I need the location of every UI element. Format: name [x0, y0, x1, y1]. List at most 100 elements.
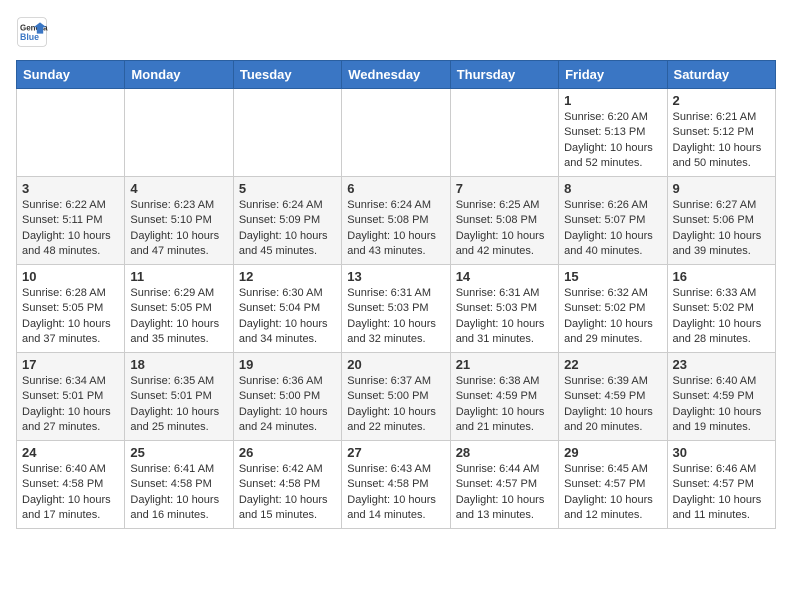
sunrise-text: Sunrise: 6:31 AM: [456, 286, 553, 301]
sunset-text: Sunset: 4:58 PM: [130, 477, 227, 492]
day-number: 17: [22, 357, 119, 372]
day-info: Sunrise: 6:39 AMSunset: 4:59 PMDaylight:…: [564, 374, 661, 436]
sunrise-text: Sunrise: 6:28 AM: [22, 286, 119, 301]
calendar-cell: 8 Sunrise: 6:26 AMSunset: 5:07 PMDaylight…: [559, 177, 667, 265]
day-info: Sunrise: 6:33 AMSunset: 5:02 PMDaylight:…: [673, 286, 770, 348]
sunrise-text: Sunrise: 6:25 AM: [456, 198, 553, 213]
sunrise-text: Sunrise: 6:38 AM: [456, 374, 553, 389]
column-header-wednesday: Wednesday: [342, 61, 450, 89]
calendar-cell: 4Sunrise: 6:23 AMSunset: 5:10 PMDaylight…: [125, 177, 233, 265]
daylight-text: Daylight: 10 hours and 34 minutes.: [239, 317, 336, 348]
sunset-text: Sunset: 5:04 PM: [239, 301, 336, 316]
sunset-text: Sunset: 4:59 PM: [456, 389, 553, 404]
daylight-text: Daylight: 10 hours and 45 minutes.: [239, 229, 336, 260]
day-number: 3: [22, 181, 119, 196]
svg-text:General: General: [20, 23, 48, 32]
day-number: 25: [130, 445, 227, 460]
logo: General Blue: [16, 16, 52, 48]
day-info: Sunrise: 6:29 AMSunset: 5:05 PMDaylight:…: [130, 286, 227, 348]
calendar-cell: 2Sunrise: 6:21 AMSunset: 5:12 PMDaylight…: [667, 89, 775, 177]
day-number: 11: [130, 269, 227, 284]
day-number: 22: [564, 357, 661, 372]
sunrise-text: Sunrise: 6:34 AM: [22, 374, 119, 389]
day-number: 21: [456, 357, 553, 372]
sunrise-text: Sunrise: 6:23 AM: [130, 198, 227, 213]
day-number: 23: [673, 357, 770, 372]
calendar-cell: 21Sunrise: 6:38 AMSunset: 4:59 PMDayligh…: [450, 353, 558, 441]
sunset-text: Sunset: 5:00 PM: [347, 389, 444, 404]
day-number: 20: [347, 357, 444, 372]
logo-icon: General Blue: [16, 16, 48, 48]
calendar-header: SundayMondayTuesdayWednesdayThursdayFrid…: [17, 61, 776, 89]
sunset-text: Sunset: 4:57 PM: [673, 477, 770, 492]
daylight-text: Daylight: 10 hours and 31 minutes.: [456, 317, 553, 348]
day-info: Sunrise: 6:37 AMSunset: 5:00 PMDaylight:…: [347, 374, 444, 436]
sunrise-text: Sunrise: 6:44 AM: [456, 462, 553, 477]
sunrise-text: Sunrise: 6:32 AM: [564, 286, 661, 301]
week-row-3: 10 Sunrise: 6:28 AMSunset: 5:05 PM Dayligh…: [17, 265, 776, 353]
day-number: 29: [564, 445, 661, 460]
day-number: 15: [564, 269, 661, 284]
calendar-cell: 19Sunrise: 6:36 AMSunset: 5:00 PMDayligh…: [233, 353, 341, 441]
calendar-cell: 30Sunrise: 6:46 AMSunset: 4:57 PMDayligh…: [667, 441, 775, 529]
calendar-cell: 10Sunrise: 6:28 AMSunset: 5:05 PMDayligh…: [17, 265, 125, 353]
sunset-text: Sunset: 4:59 PM: [564, 389, 661, 404]
day-info: Sunrise: 6:35 AMSunset: 5:01 PMDaylight:…: [130, 374, 227, 436]
column-header-friday: Friday: [559, 61, 667, 89]
sunset-text: Sunset: 5:06 PM: [673, 213, 770, 228]
day-number: 10: [22, 269, 119, 284]
column-header-thursday: Thursday: [450, 61, 558, 89]
calendar-cell: 15 Sunrise: 6:32 AMSunset: 5:02 PMDayligh…: [559, 265, 667, 353]
sunset-text: Sunset: 5:02 PM: [673, 301, 770, 316]
calendar-cell: [233, 89, 341, 177]
day-number: 8: [564, 181, 661, 196]
calendar-cell: 29Sunrise: 6:45 AMSunset: 4:57 PMDayligh…: [559, 441, 667, 529]
day-info: Sunrise: 6:34 AMSunset: 5:01 PMDaylight:…: [22, 374, 119, 436]
daylight-text: Daylight: 10 hours and 20 minutes.: [564, 405, 661, 436]
daylight-text: Daylight: 10 hours and 50 minutes.: [673, 141, 770, 172]
calendar-cell: 20 Sunrise: 6:37 AMSunset: 5:00 PMDayligh…: [342, 353, 450, 441]
sunrise-text: Sunrise: 6:24 AM: [239, 198, 336, 213]
calendar-cell: 13Sunrise: 6:31 AMSunset: 5:03 PMDayligh…: [342, 265, 450, 353]
column-header-saturday: Saturday: [667, 61, 775, 89]
svg-text:Blue: Blue: [20, 32, 39, 42]
day-info: Sunrise: 6:36 AMSunset: 5:00 PMDaylight:…: [239, 374, 336, 436]
day-info: Sunrise: 6:40 AMSunset: 4:58 PMDaylight:…: [22, 462, 119, 524]
daylight-text: Daylight: 10 hours and 17 minutes.: [22, 493, 119, 524]
sunset-text: Sunset: 5:09 PM: [239, 213, 336, 228]
page-header: General Blue: [16, 16, 776, 48]
sunset-text: Sunset: 4:59 PM: [673, 389, 770, 404]
sunrise-text: Sunrise: 6:37 AM: [347, 374, 444, 389]
day-info: Sunrise: 6:21 AMSunset: 5:12 PMDaylight:…: [673, 110, 770, 172]
sunrise-text: Sunrise: 6:39 AM: [564, 374, 661, 389]
day-number: 6: [347, 181, 444, 196]
sunrise-text: Sunrise: 6:20 AM: [564, 110, 661, 125]
calendar-cell: 16Sunrise: 6:33 AMSunset: 5:02 PMDayligh…: [667, 265, 775, 353]
day-info: Sunrise: 6:44 AMSunset: 4:57 PMDaylight:…: [456, 462, 553, 524]
daylight-text: Daylight: 10 hours and 12 minutes.: [564, 493, 661, 524]
column-header-monday: Monday: [125, 61, 233, 89]
sunrise-text: Sunrise: 6:42 AM: [239, 462, 336, 477]
sunrise-text: Sunrise: 6:40 AM: [673, 374, 770, 389]
daylight-text: Daylight: 10 hours and 32 minutes.: [347, 317, 444, 348]
daylight-text: Daylight: 10 hours and 19 minutes.: [673, 405, 770, 436]
daylight-text: Daylight: 10 hours and 28 minutes.: [673, 317, 770, 348]
day-info: Sunrise: 6:20 AMSunset: 5:13 PMDaylight:…: [564, 110, 661, 172]
daylight-text: Daylight: 10 hours and 40 minutes.: [564, 229, 661, 260]
sunrise-text: Sunrise: 6:41 AM: [130, 462, 227, 477]
sunrise-text: Sunrise: 6:43 AM: [347, 462, 444, 477]
sunset-text: Sunset: 5:10 PM: [130, 213, 227, 228]
daylight-text: Daylight: 10 hours and 25 minutes.: [130, 405, 227, 436]
day-info: Sunrise: 6:42 AMSunset: 4:58 PMDaylight:…: [239, 462, 336, 524]
calendar-cell: 24Sunrise: 6:40 AMSunset: 4:58 PMDayligh…: [17, 441, 125, 529]
sunset-text: Sunset: 4:57 PM: [456, 477, 553, 492]
day-number: 26: [239, 445, 336, 460]
daylight-text: Daylight: 10 hours and 11 minutes.: [673, 493, 770, 524]
daylight-text: Daylight: 10 hours and 52 minutes.: [564, 141, 661, 172]
sunset-text: Sunset: 5:05 PM: [22, 301, 119, 316]
day-info: Sunrise: 6:32 AMSunset: 5:02 PMDaylight:…: [564, 286, 661, 348]
day-info: Sunrise: 6:26 AMSunset: 5:07 PMDaylight:…: [564, 198, 661, 260]
sunrise-text: Sunrise: 6:22 AM: [22, 198, 119, 213]
day-info: Sunrise: 6:30 AMSunset: 5:04 PMDaylight:…: [239, 286, 336, 348]
calendar-body: 1Sunrise: 6:20 AMSunset: 5:13 PMDaylight…: [17, 89, 776, 529]
